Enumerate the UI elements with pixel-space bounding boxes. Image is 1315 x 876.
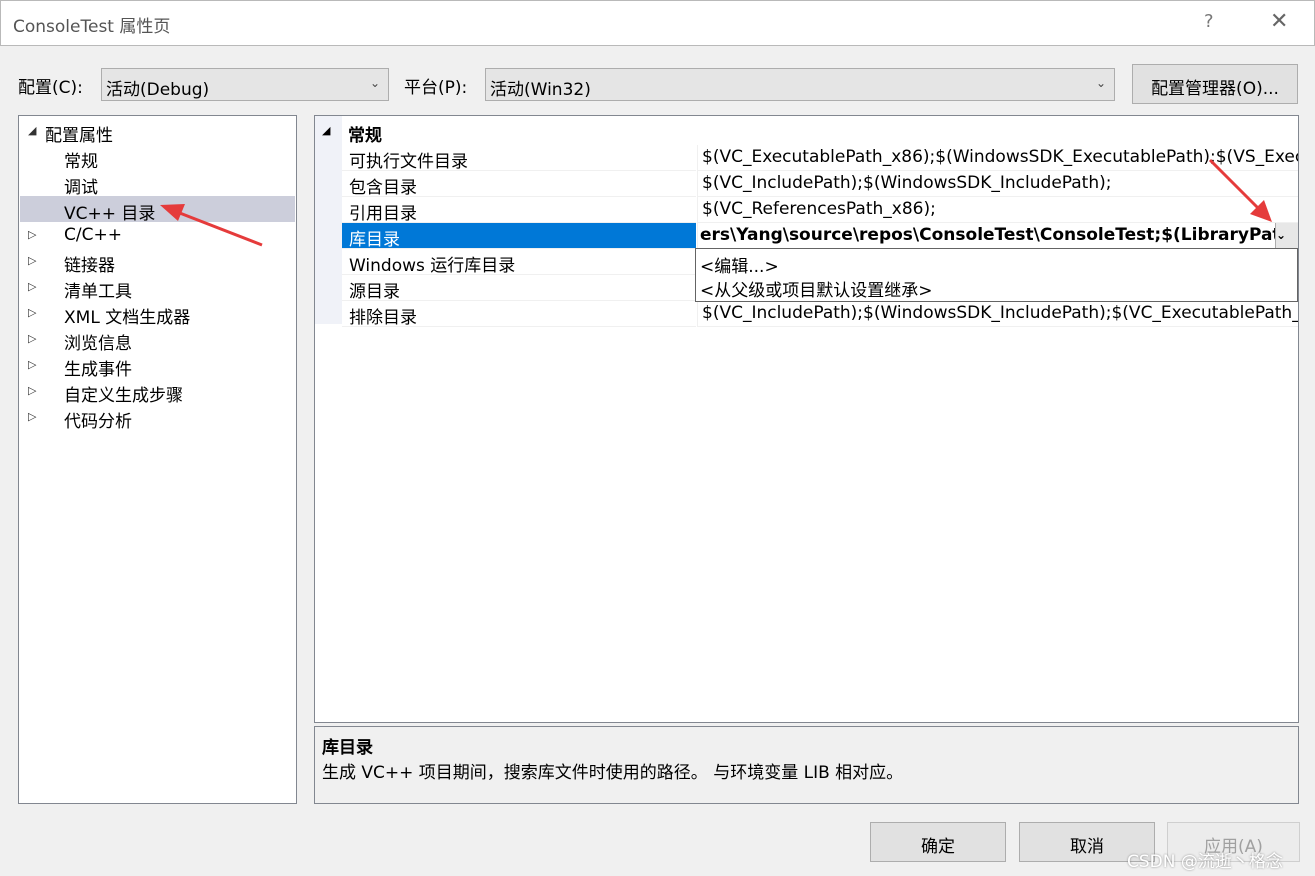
collapsed-triangle-icon: ▷ — [28, 228, 37, 241]
platform-label: 平台(P): — [404, 78, 468, 98]
property-value[interactable]: $(VC_IncludePath);$(WindowsSDK_IncludePa… — [697, 171, 1298, 197]
value-dropdown-list: <编辑...> <从父级或项目默认设置继承> — [695, 248, 1298, 302]
description-text: 生成 VC++ 项目期间，搜索库文件时使用的路径。 与环境变量 LIB 相对应。 — [322, 763, 904, 783]
chevron-down-icon: ⌄ — [1276, 228, 1287, 242]
window-title: ConsoleTest 属性页 — [13, 17, 171, 37]
collapsed-triangle-icon: ▷ — [28, 254, 37, 267]
watermark: CSDN @流逝丶格念 — [1127, 852, 1283, 872]
tree-item-code-analysis[interactable]: ▷ 代码分析 — [20, 404, 295, 432]
tree-item-label: XML 文档生成器 — [64, 308, 191, 328]
config-combo[interactable]: 活动(Debug) ⌄ — [101, 68, 389, 101]
property-row-library-dirs[interactable]: 库目录 ers\Yang\source\repos\ConsoleTest\Co… — [342, 223, 1298, 249]
category-general[interactable]: ◢ 常规 — [315, 119, 1298, 146]
ok-button[interactable]: 确定 — [870, 822, 1006, 862]
expanded-triangle-icon: ◢ — [28, 124, 37, 137]
property-value-editor[interactable]: ers\Yang\source\repos\ConsoleTest\Consol… — [697, 223, 1299, 249]
property-value[interactable]: $(VC_IncludePath);$(WindowsSDK_IncludePa… — [697, 301, 1298, 327]
config-label: 配置(C): — [18, 78, 83, 98]
tree-item-general[interactable]: 常规 — [20, 144, 295, 172]
platform-value: 活动(Win32) — [490, 80, 591, 100]
collapsed-triangle-icon: ▷ — [28, 410, 37, 423]
property-name: Windows 运行库目录 — [342, 249, 696, 275]
tree-item-label: 代码分析 — [64, 412, 132, 432]
dropdown-option-edit[interactable]: <编辑...> — [700, 252, 779, 277]
collapsed-triangle-icon: ▷ — [28, 306, 37, 319]
tree-item-c-cpp[interactable]: ▷ C/C++ — [20, 222, 295, 248]
tree-item-linker[interactable]: ▷ 链接器 — [20, 248, 295, 276]
property-name: 包含目录 — [342, 171, 696, 197]
tree-item-label: VC++ 目录 — [64, 204, 156, 224]
collapsed-triangle-icon: ▷ — [28, 358, 37, 371]
property-name: 源目录 — [342, 275, 696, 301]
help-button[interactable]: ? — [1204, 11, 1214, 32]
tree-item-label: 生成事件 — [64, 360, 132, 380]
tree-item-xml-doc-generator[interactable]: ▷ XML 文档生成器 — [20, 300, 295, 328]
tree-root-label: 配置属性 — [45, 126, 113, 146]
description-heading: 库目录 — [322, 738, 373, 758]
property-row-executable-dirs[interactable]: 可执行文件目录 $(VC_ExecutablePath_x86);$(Windo… — [342, 145, 1298, 171]
property-name: 库目录 — [342, 223, 696, 249]
property-name: 排除目录 — [342, 301, 696, 327]
tree-item-manifest-tool[interactable]: ▷ 清单工具 — [20, 274, 295, 302]
property-tree: ◢ 配置属性 常规 调试 VC++ 目录 ▷ C/C++ ▷ 链接器 ▷ 清单工… — [18, 115, 297, 804]
dropdown-option-inherit[interactable]: <从父级或项目默认设置继承> — [700, 276, 933, 301]
description-panel: 库目录 生成 VC++ 项目期间，搜索库文件时使用的路径。 与环境变量 LIB … — [314, 726, 1299, 804]
property-row-reference-dirs[interactable]: 引用目录 $(VC_ReferencesPath_x86); — [342, 197, 1298, 223]
title-bar: ConsoleTest 属性页 ? ✕ — [0, 0, 1315, 46]
tree-item-label: 调试 — [64, 178, 98, 198]
tree-item-label: 常规 — [64, 152, 98, 172]
collapsed-triangle-icon: ▷ — [28, 384, 37, 397]
property-grid: ◢ 常规 可执行文件目录 $(VC_ExecutablePath_x86);$(… — [314, 115, 1299, 723]
tree-item-label: 链接器 — [64, 256, 115, 276]
property-name: 可执行文件目录 — [342, 145, 696, 171]
property-row-include-dirs[interactable]: 包含目录 $(VC_IncludePath);$(WindowsSDK_Incl… — [342, 171, 1298, 197]
tree-root-config-properties[interactable]: ◢ 配置属性 — [20, 118, 295, 146]
collapsed-triangle-icon: ▷ — [28, 332, 37, 345]
property-row-exclude-dirs[interactable]: 排除目录 $(VC_IncludePath);$(WindowsSDK_Incl… — [342, 301, 1298, 327]
tree-item-vc-directories[interactable]: VC++ 目录 — [20, 196, 295, 224]
tree-item-label: 自定义生成步骤 — [64, 386, 183, 406]
chevron-down-icon: ⌄ — [1095, 76, 1106, 90]
property-value[interactable]: $(VC_ReferencesPath_x86); — [697, 197, 1298, 223]
value-dropdown-button[interactable]: ⌄ — [1275, 223, 1298, 248]
config-manager-button[interactable]: 配置管理器(O)... — [1132, 64, 1298, 104]
property-value[interactable]: $(VC_ExecutablePath_x86);$(WindowsSDK_Ex… — [697, 145, 1298, 171]
property-value-text: ers\Yang\source\repos\ConsoleTest\Consol… — [700, 225, 1299, 245]
grid-gutter — [315, 116, 342, 324]
tree-item-label: 浏览信息 — [64, 334, 132, 354]
tree-item-build-events[interactable]: ▷ 生成事件 — [20, 352, 295, 380]
tree-item-label: 清单工具 — [64, 282, 132, 302]
tree-item-label: C/C++ — [64, 225, 122, 245]
category-label: 常规 — [348, 126, 382, 146]
tree-item-custom-build-step[interactable]: ▷ 自定义生成步骤 — [20, 378, 295, 406]
collapsed-triangle-icon: ▷ — [28, 280, 37, 293]
tree-item-debugging[interactable]: 调试 — [20, 170, 295, 198]
platform-combo[interactable]: 活动(Win32) ⌄ — [485, 68, 1115, 101]
property-name: 引用目录 — [342, 197, 696, 223]
close-button[interactable]: ✕ — [1270, 9, 1288, 34]
expanded-triangle-icon: ◢ — [322, 124, 331, 137]
config-value: 活动(Debug) — [106, 80, 210, 100]
tree-item-browse-info[interactable]: ▷ 浏览信息 — [20, 326, 295, 354]
chevron-down-icon: ⌄ — [369, 76, 380, 90]
